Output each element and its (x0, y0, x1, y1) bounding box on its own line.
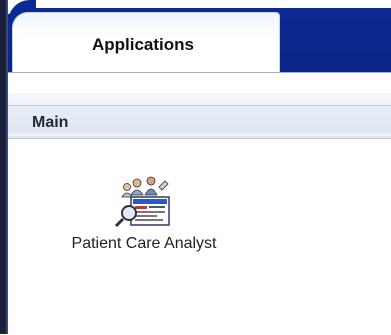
app-patient-care-analyst[interactable]: Patient Care Analyst (44, 173, 244, 273)
patient-care-analyst-icon (114, 176, 170, 228)
main-content: Main Patient Care Analyst (8, 72, 391, 335)
application-window: Applications Main Patient Care Analyst (8, 0, 391, 335)
tab-applications-label: Applications (91, 34, 194, 54)
app-label: Patient Care Analyst (71, 235, 217, 252)
section-header-main: Main (8, 105, 391, 139)
section-title: Main (32, 114, 69, 131)
window-frame (0, 0, 8, 334)
tab-strip: Applications (8, 0, 391, 82)
content-top-band (8, 93, 391, 105)
